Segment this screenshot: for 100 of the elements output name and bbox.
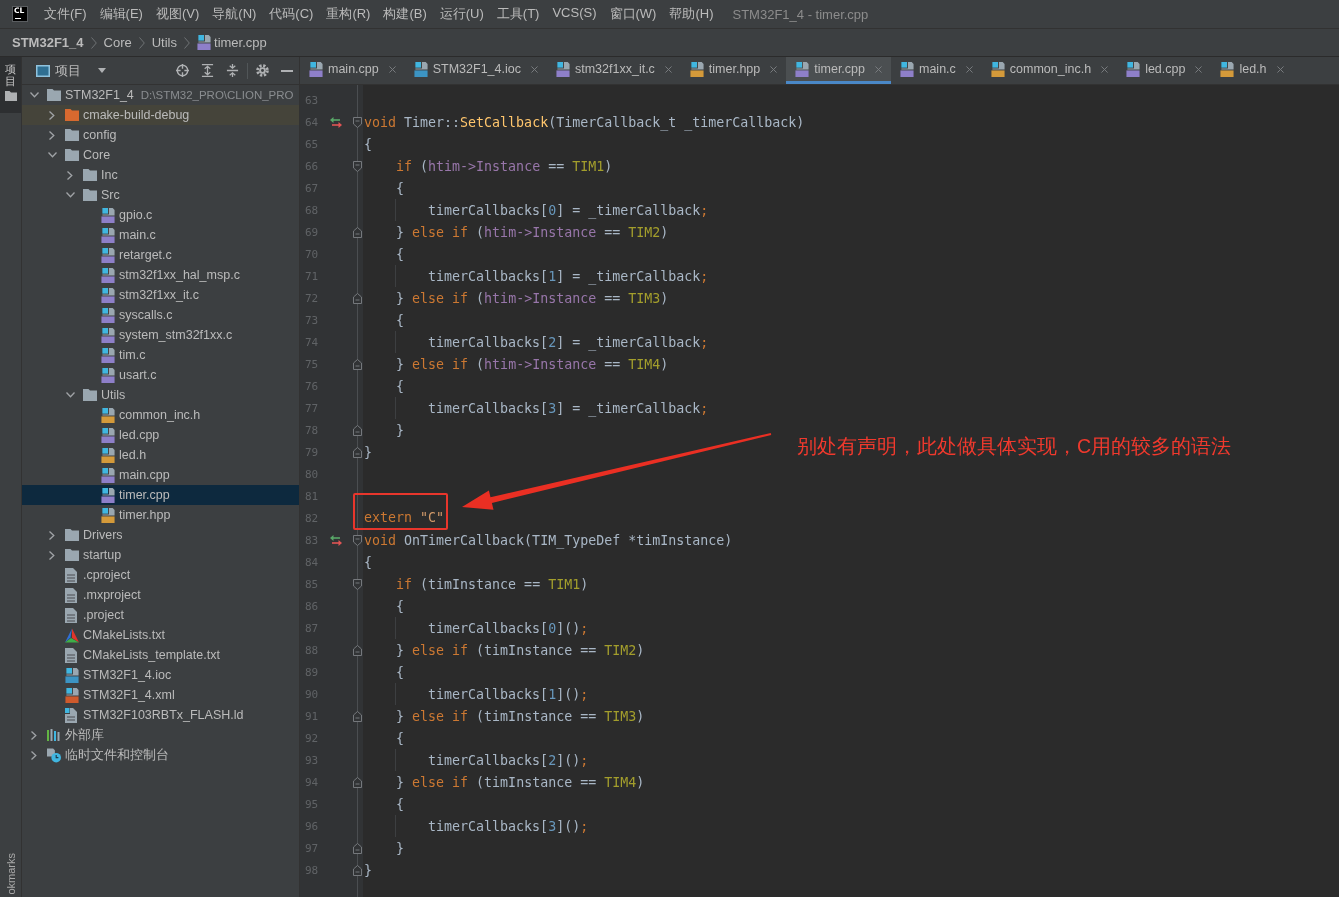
fold-marker-icon[interactable] — [353, 776, 362, 788]
menu-item[interactable]: VCS(S) — [552, 5, 597, 23]
tree-item[interactable]: .cproject — [22, 565, 299, 585]
tree-item[interactable]: STM32F1_4.ioc — [22, 665, 299, 685]
menu-item[interactable]: 代码(C) — [269, 5, 314, 23]
menu-item[interactable]: 工具(T) — [496, 5, 540, 23]
menu-item[interactable]: 重构(R) — [326, 5, 371, 23]
close-icon[interactable] — [664, 65, 672, 73]
fold-marker-icon[interactable] — [353, 446, 362, 458]
tree-item[interactable]: stm32f1xx_hal_msp.c — [22, 265, 299, 285]
breadcrumb-item[interactable]: Core — [103, 35, 132, 50]
tree-item[interactable]: main.cpp — [22, 465, 299, 485]
tree-item[interactable]: Src — [22, 185, 299, 205]
editor-tab[interactable]: main.cpp — [300, 57, 405, 84]
expand-all-icon[interactable] — [201, 64, 214, 77]
tree-item[interactable]: syscalls.c — [22, 305, 299, 325]
fold-marker-icon[interactable] — [353, 292, 362, 304]
chevron-down-icon[interactable] — [47, 152, 57, 158]
tree-item[interactable]: startup — [22, 545, 299, 565]
tree-item[interactable]: CMakeLists.txt — [22, 625, 299, 645]
tree-item[interactable]: retarget.c — [22, 245, 299, 265]
breadcrumb-item[interactable]: timer.cpp — [197, 35, 267, 50]
editor-tab[interactable]: common_inc.h — [981, 57, 1118, 84]
editor-tab[interactable]: timer.cpp — [786, 57, 891, 84]
fold-marker-icon[interactable] — [353, 160, 362, 172]
tree-item[interactable]: config — [22, 125, 299, 145]
close-icon[interactable] — [770, 65, 778, 73]
fold-marker-icon[interactable] — [353, 358, 362, 370]
swap-arrows-icon[interactable] — [330, 116, 342, 128]
tree-item[interactable]: STM32F1_4.xml — [22, 685, 299, 705]
close-icon[interactable] — [1195, 65, 1203, 73]
view-selector[interactable]: 项目 — [36, 61, 106, 80]
chevron-right-icon[interactable] — [49, 530, 55, 540]
tree-item[interactable]: gpio.c — [22, 205, 299, 225]
breadcrumb-item[interactable]: STM32F1_4 — [12, 35, 84, 50]
editor-tab[interactable]: main.c — [891, 57, 982, 84]
fold-marker-icon[interactable] — [353, 864, 362, 876]
tree-item[interactable]: led.h — [22, 445, 299, 465]
tree-item[interactable]: Utils — [22, 385, 299, 405]
fold-marker-icon[interactable] — [353, 710, 362, 722]
editor-tab[interactable]: led.cpp — [1117, 57, 1212, 84]
settings-icon[interactable] — [256, 64, 269, 77]
tree-item[interactable]: tim.c — [22, 345, 299, 365]
editor-tab[interactable]: timer.hpp — [680, 57, 787, 84]
tool-window-tab[interactable]: 项目 — [0, 57, 21, 114]
tree-item[interactable]: Drivers — [22, 525, 299, 545]
tool-window-tab[interactable]: okmarks — [0, 849, 21, 897]
tree-item[interactable]: system_stm32f1xx.c — [22, 325, 299, 345]
tree-item[interactable]: common_inc.h — [22, 405, 299, 425]
close-icon[interactable] — [388, 65, 396, 73]
menu-item[interactable]: 编辑(E) — [99, 5, 143, 23]
fold-marker-icon[interactable] — [353, 424, 362, 436]
tree-item[interactable]: Core — [22, 145, 299, 165]
close-icon[interactable] — [1276, 65, 1284, 73]
tree-item[interactable]: STM32F1_4 D:\STM32_PRO\CLION_PRO — [22, 85, 299, 105]
chevron-right-icon[interactable] — [31, 750, 37, 760]
crosshair-icon[interactable] — [176, 64, 189, 77]
chevron-right-icon[interactable] — [67, 170, 73, 180]
chevron-down-icon[interactable] — [29, 92, 39, 98]
menu-item[interactable]: 文件(F) — [44, 5, 87, 23]
tree-item[interactable]: timer.cpp — [22, 485, 299, 505]
breadcrumb-item[interactable]: Utils — [151, 35, 177, 50]
collapse-all-icon[interactable] — [226, 64, 239, 77]
minus-icon[interactable] — [281, 69, 293, 72]
tree-item[interactable]: stm32f1xx_it.c — [22, 285, 299, 305]
tree-item[interactable]: .mxproject — [22, 585, 299, 605]
tree-item[interactable]: Inc — [22, 165, 299, 185]
tree-item[interactable]: timer.hpp — [22, 505, 299, 525]
close-icon[interactable] — [1101, 65, 1109, 73]
menu-item[interactable]: 运行(U) — [439, 5, 484, 23]
close-icon[interactable] — [530, 65, 538, 73]
chevron-down-icon[interactable] — [65, 392, 75, 398]
tree-item[interactable]: 临时文件和控制台 — [22, 745, 299, 765]
fold-marker-icon[interactable] — [353, 578, 362, 590]
chevron-down-icon[interactable] — [65, 192, 75, 198]
chevron-right-icon[interactable] — [49, 110, 55, 120]
fold-marker-icon[interactable] — [353, 842, 362, 854]
editor-tab[interactable]: led.h — [1211, 57, 1293, 84]
tree-item[interactable]: led.cpp — [22, 425, 299, 445]
tree-item[interactable]: CMakeLists_template.txt — [22, 645, 299, 665]
close-icon[interactable] — [965, 65, 973, 73]
menu-item[interactable]: 视图(V) — [155, 5, 200, 23]
editor-tab[interactable]: STM32F1_4.ioc — [404, 57, 547, 84]
menu-item[interactable]: 构建(B) — [383, 5, 427, 23]
tree-item[interactable]: cmake-build-debug — [22, 105, 299, 125]
menu-item[interactable]: 帮助(H) — [669, 5, 714, 23]
tree-item[interactable]: 外部库 — [22, 725, 299, 745]
editor-tab[interactable]: stm32f1xx_it.c — [546, 57, 681, 84]
fold-marker-icon[interactable] — [353, 644, 362, 656]
fold-marker-icon[interactable] — [353, 116, 362, 128]
menu-item[interactable]: 窗口(W) — [609, 5, 657, 23]
chevron-right-icon[interactable] — [49, 550, 55, 560]
close-icon[interactable] — [875, 65, 882, 73]
tree-item[interactable]: STM32F103RBTx_FLASH.ld — [22, 705, 299, 725]
chevron-right-icon[interactable] — [49, 130, 55, 140]
tree-item[interactable]: main.c — [22, 225, 299, 245]
swap-arrows-icon[interactable] — [330, 534, 342, 546]
fold-marker-icon[interactable] — [353, 226, 362, 238]
tree-item[interactable]: usart.c — [22, 365, 299, 385]
chevron-right-icon[interactable] — [31, 730, 37, 740]
